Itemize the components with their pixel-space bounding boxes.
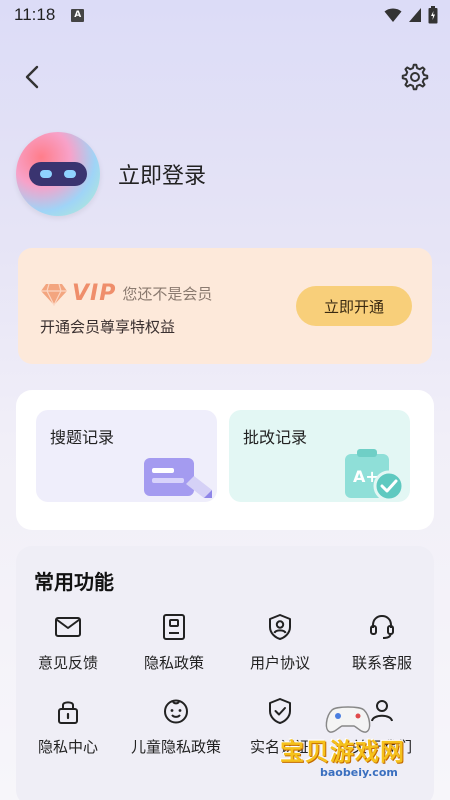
vip-status: 您还不是会员	[122, 285, 213, 303]
avatar[interactable]	[16, 132, 100, 216]
gear-icon	[401, 63, 429, 91]
privacy-center-item[interactable]: 隐私中心	[16, 696, 120, 766]
headset-icon	[370, 614, 394, 639]
contact-support-item[interactable]: 联系客服	[330, 612, 434, 682]
battery-icon	[428, 6, 438, 24]
feedback-label: 意见反馈	[37, 654, 98, 672]
avatar-eye-right	[64, 170, 76, 178]
vip-badge: VIP	[72, 281, 117, 306]
person-icon	[371, 700, 393, 722]
diamond-icon	[41, 283, 67, 306]
document-pen-icon	[144, 458, 212, 498]
shield-check-icon	[269, 698, 291, 724]
correction-records-label: 批改记录	[243, 428, 308, 447]
vip-header: VIP 您还不是会员	[40, 281, 212, 306]
clipboard-check-icon: A+	[345, 449, 405, 502]
about-us-item[interactable]: 关于我们	[330, 696, 434, 766]
avatar-visor	[29, 162, 87, 186]
vip-card: VIP 您还不是会员 开通会员尊享特权益 立即开通	[18, 248, 432, 364]
search-records-label: 搜题记录	[50, 428, 115, 447]
child-privacy-item[interactable]: 儿童隐私政策	[124, 696, 228, 766]
lock-icon	[58, 701, 78, 724]
child-face-icon	[164, 699, 188, 724]
wifi-icon	[384, 8, 402, 22]
profile-section: 立即登录	[16, 132, 206, 216]
notification-a-icon: A	[71, 8, 85, 22]
records-card: 搜题记录 批改记录 A+	[16, 390, 434, 530]
real-name-auth-label: 实名认证	[249, 738, 310, 756]
status-icons	[384, 6, 438, 24]
common-functions-title: 常用功能	[34, 570, 114, 594]
vip-subtitle: 开通会员尊享特权益	[40, 318, 176, 336]
top-bar	[0, 60, 450, 96]
child-privacy-label: 儿童隐私政策	[130, 738, 221, 756]
status-bar: 11:18 A	[0, 0, 450, 30]
avatar-eye-left	[40, 170, 52, 178]
feedback-item[interactable]: 意见反馈	[16, 612, 120, 682]
user-agreement-item[interactable]: 用户协议	[228, 612, 332, 682]
real-name-auth-item[interactable]: 实名认证	[228, 696, 332, 766]
user-agreement-label: 用户协议	[249, 654, 310, 672]
open-vip-button[interactable]: 立即开通	[296, 286, 412, 326]
privacy-doc-icon	[163, 614, 185, 640]
common-functions-card: 常用功能 意见反馈 隐私政策 用户协议 联系客服 隐私中心 儿童隐私政策 实名认…	[16, 546, 434, 800]
signal-icon	[409, 8, 421, 22]
privacy-policy-label: 隐私政策	[143, 654, 204, 672]
status-time: 11:18	[14, 5, 56, 24]
chevron-left-icon	[25, 65, 39, 89]
privacy-policy-item[interactable]: 隐私政策	[122, 612, 226, 682]
privacy-center-label: 隐私中心	[37, 738, 98, 756]
search-records-card[interactable]: 搜题记录	[36, 410, 217, 502]
back-button[interactable]	[18, 62, 48, 92]
about-us-label: 关于我们	[351, 738, 412, 756]
contact-support-label: 联系客服	[351, 654, 412, 672]
shield-user-icon	[269, 614, 291, 640]
correction-records-card[interactable]: 批改记录 A+	[229, 410, 410, 502]
settings-button[interactable]	[400, 62, 430, 92]
mail-icon	[55, 617, 81, 637]
login-link[interactable]: 立即登录	[118, 158, 206, 190]
